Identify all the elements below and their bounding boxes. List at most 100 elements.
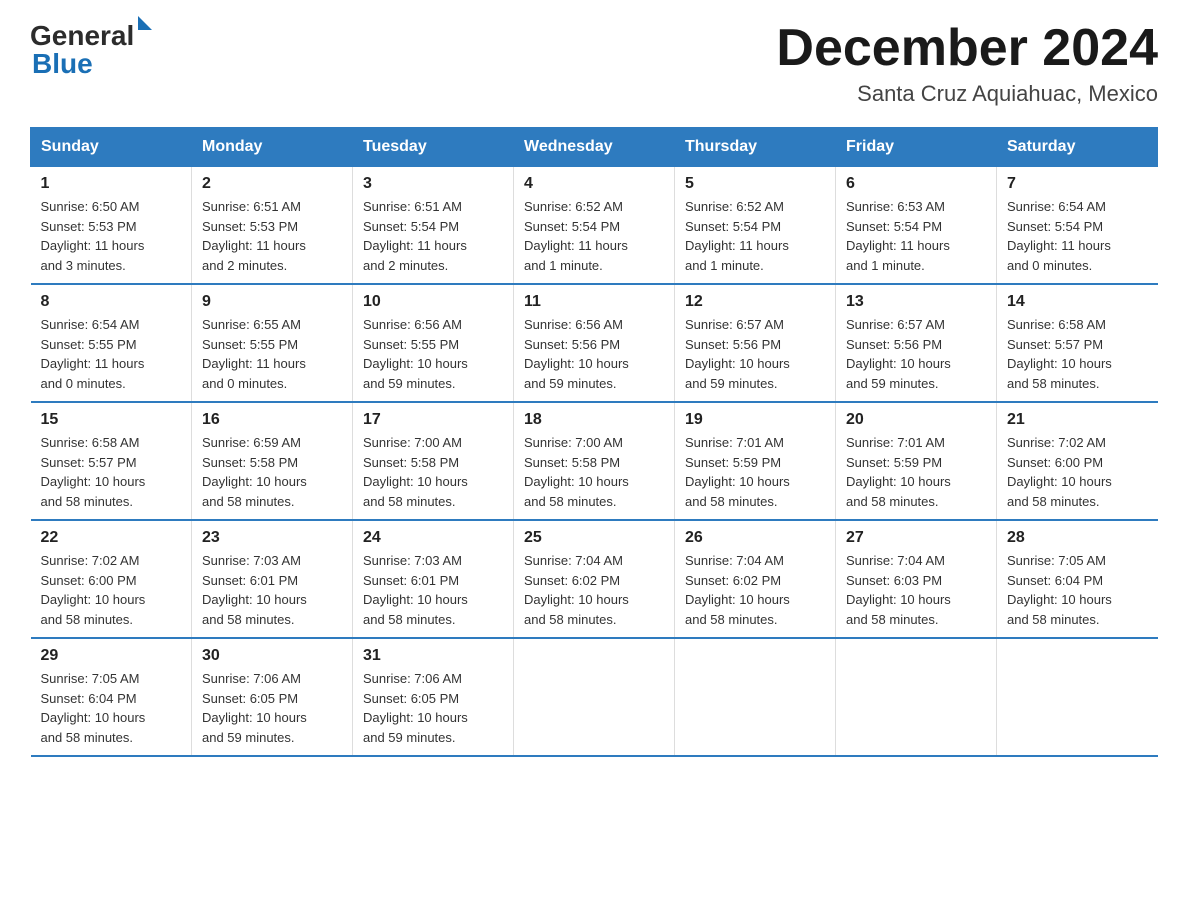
day-info: Sunrise: 6:59 AM Sunset: 5:58 PM Dayligh… <box>202 433 342 511</box>
day-info: Sunrise: 6:52 AM Sunset: 5:54 PM Dayligh… <box>524 197 664 275</box>
day-number: 28 <box>1007 529 1148 547</box>
page-header: General Blue December 2024 Santa Cruz Aq… <box>30 20 1158 107</box>
month-title: December 2024 <box>776 20 1158 77</box>
calendar-cell: 31 Sunrise: 7:06 AM Sunset: 6:05 PM Dayli… <box>353 638 514 756</box>
day-info: Sunrise: 7:01 AM Sunset: 5:59 PM Dayligh… <box>846 433 986 511</box>
day-info: Sunrise: 6:54 AM Sunset: 5:54 PM Dayligh… <box>1007 197 1148 275</box>
calendar-week-4: 22 Sunrise: 7:02 AM Sunset: 6:00 PM Dayli… <box>31 520 1158 638</box>
logo-arrow-icon <box>138 16 152 30</box>
calendar-week-3: 15 Sunrise: 6:58 AM Sunset: 5:57 PM Dayli… <box>31 402 1158 520</box>
day-info: Sunrise: 6:53 AM Sunset: 5:54 PM Dayligh… <box>846 197 986 275</box>
day-number: 19 <box>685 411 825 429</box>
day-info: Sunrise: 6:56 AM Sunset: 5:56 PM Dayligh… <box>524 315 664 393</box>
day-info: Sunrise: 6:54 AM Sunset: 5:55 PM Dayligh… <box>41 315 182 393</box>
day-number: 21 <box>1007 411 1148 429</box>
day-info: Sunrise: 7:04 AM Sunset: 6:02 PM Dayligh… <box>524 551 664 629</box>
day-number: 24 <box>363 529 503 547</box>
header-cell-tuesday: Tuesday <box>353 128 514 167</box>
day-info: Sunrise: 7:01 AM Sunset: 5:59 PM Dayligh… <box>685 433 825 511</box>
calendar-cell: 17 Sunrise: 7:00 AM Sunset: 5:58 PM Dayli… <box>353 402 514 520</box>
day-info: Sunrise: 6:57 AM Sunset: 5:56 PM Dayligh… <box>846 315 986 393</box>
day-number: 25 <box>524 529 664 547</box>
calendar-cell: 7 Sunrise: 6:54 AM Sunset: 5:54 PM Daylig… <box>997 167 1158 285</box>
day-number: 13 <box>846 293 986 311</box>
calendar-cell: 20 Sunrise: 7:01 AM Sunset: 5:59 PM Dayli… <box>836 402 997 520</box>
day-number: 1 <box>41 175 182 193</box>
day-number: 29 <box>41 647 182 665</box>
calendar-table: SundayMondayTuesdayWednesdayThursdayFrid… <box>30 127 1158 757</box>
calendar-cell: 15 Sunrise: 6:58 AM Sunset: 5:57 PM Dayli… <box>31 402 192 520</box>
day-info: Sunrise: 7:00 AM Sunset: 5:58 PM Dayligh… <box>363 433 503 511</box>
day-number: 2 <box>202 175 342 193</box>
day-info: Sunrise: 7:02 AM Sunset: 6:00 PM Dayligh… <box>41 551 182 629</box>
header-cell-thursday: Thursday <box>675 128 836 167</box>
calendar-cell: 14 Sunrise: 6:58 AM Sunset: 5:57 PM Dayli… <box>997 284 1158 402</box>
calendar-cell: 12Sunrise: 6:57 AM Sunset: 5:56 PM Dayli… <box>675 284 836 402</box>
calendar-cell: 26 Sunrise: 7:04 AM Sunset: 6:02 PM Dayli… <box>675 520 836 638</box>
calendar-week-1: 1 Sunrise: 6:50 AM Sunset: 5:53 PM Daylig… <box>31 167 1158 285</box>
day-info: Sunrise: 7:03 AM Sunset: 6:01 PM Dayligh… <box>363 551 503 629</box>
day-info: Sunrise: 6:58 AM Sunset: 5:57 PM Dayligh… <box>41 433 182 511</box>
day-number: 18 <box>524 411 664 429</box>
day-number: 9 <box>202 293 342 311</box>
day-info: Sunrise: 6:55 AM Sunset: 5:55 PM Dayligh… <box>202 315 342 393</box>
day-number: 17 <box>363 411 503 429</box>
header-cell-monday: Monday <box>192 128 353 167</box>
day-number: 16 <box>202 411 342 429</box>
day-info: Sunrise: 6:57 AM Sunset: 5:56 PM Dayligh… <box>685 315 825 393</box>
day-info: Sunrise: 7:02 AM Sunset: 6:00 PM Dayligh… <box>1007 433 1148 511</box>
location-subtitle: Santa Cruz Aquiahuac, Mexico <box>776 81 1158 107</box>
calendar-cell <box>514 638 675 756</box>
day-number: 7 <box>1007 175 1148 193</box>
day-number: 23 <box>202 529 342 547</box>
header-cell-wednesday: Wednesday <box>514 128 675 167</box>
calendar-cell: 29 Sunrise: 7:05 AM Sunset: 6:04 PM Dayli… <box>31 638 192 756</box>
day-info: Sunrise: 6:50 AM Sunset: 5:53 PM Dayligh… <box>41 197 182 275</box>
calendar-cell: 3Sunrise: 6:51 AM Sunset: 5:54 PM Daylig… <box>353 167 514 285</box>
calendar-cell: 4 Sunrise: 6:52 AM Sunset: 5:54 PM Daylig… <box>514 167 675 285</box>
calendar-cell: 5Sunrise: 6:52 AM Sunset: 5:54 PM Daylig… <box>675 167 836 285</box>
calendar-cell: 28 Sunrise: 7:05 AM Sunset: 6:04 PM Dayli… <box>997 520 1158 638</box>
title-section: December 2024 Santa Cruz Aquiahuac, Mexi… <box>776 20 1158 107</box>
day-number: 11 <box>524 293 664 311</box>
day-number: 15 <box>41 411 182 429</box>
day-info: Sunrise: 7:03 AM Sunset: 6:01 PM Dayligh… <box>202 551 342 629</box>
day-number: 8 <box>41 293 182 311</box>
day-number: 4 <box>524 175 664 193</box>
day-number: 3 <box>363 175 503 193</box>
header-cell-sunday: Sunday <box>31 128 192 167</box>
calendar-cell: 2 Sunrise: 6:51 AM Sunset: 5:53 PM Daylig… <box>192 167 353 285</box>
day-number: 22 <box>41 529 182 547</box>
calendar-cell: 16 Sunrise: 6:59 AM Sunset: 5:58 PM Dayli… <box>192 402 353 520</box>
day-info: Sunrise: 7:04 AM Sunset: 6:02 PM Dayligh… <box>685 551 825 629</box>
calendar-cell: 30 Sunrise: 7:06 AM Sunset: 6:05 PM Dayli… <box>192 638 353 756</box>
header-cell-saturday: Saturday <box>997 128 1158 167</box>
day-info: Sunrise: 6:51 AM Sunset: 5:53 PM Dayligh… <box>202 197 342 275</box>
calendar-cell <box>836 638 997 756</box>
calendar-cell: 27Sunrise: 7:04 AM Sunset: 6:03 PM Dayli… <box>836 520 997 638</box>
day-number: 26 <box>685 529 825 547</box>
day-number: 30 <box>202 647 342 665</box>
calendar-cell: 24 Sunrise: 7:03 AM Sunset: 6:01 PM Dayli… <box>353 520 514 638</box>
day-number: 20 <box>846 411 986 429</box>
day-number: 10 <box>363 293 503 311</box>
calendar-cell: 19 Sunrise: 7:01 AM Sunset: 5:59 PM Dayli… <box>675 402 836 520</box>
day-info: Sunrise: 7:06 AM Sunset: 6:05 PM Dayligh… <box>202 669 342 747</box>
calendar-cell: 13 Sunrise: 6:57 AM Sunset: 5:56 PM Dayli… <box>836 284 997 402</box>
calendar-cell: 21 Sunrise: 7:02 AM Sunset: 6:00 PM Dayli… <box>997 402 1158 520</box>
day-info: Sunrise: 7:05 AM Sunset: 6:04 PM Dayligh… <box>1007 551 1148 629</box>
day-info: Sunrise: 7:05 AM Sunset: 6:04 PM Dayligh… <box>41 669 182 747</box>
header-cell-friday: Friday <box>836 128 997 167</box>
calendar-cell: 8 Sunrise: 6:54 AM Sunset: 5:55 PM Daylig… <box>31 284 192 402</box>
day-info: Sunrise: 6:58 AM Sunset: 5:57 PM Dayligh… <box>1007 315 1148 393</box>
day-number: 6 <box>846 175 986 193</box>
day-number: 14 <box>1007 293 1148 311</box>
calendar-header-row: SundayMondayTuesdayWednesdayThursdayFrid… <box>31 128 1158 167</box>
day-number: 31 <box>363 647 503 665</box>
logo: General Blue <box>30 20 152 80</box>
calendar-cell: 9 Sunrise: 6:55 AM Sunset: 5:55 PM Daylig… <box>192 284 353 402</box>
calendar-cell: 10Sunrise: 6:56 AM Sunset: 5:55 PM Dayli… <box>353 284 514 402</box>
day-info: Sunrise: 7:06 AM Sunset: 6:05 PM Dayligh… <box>363 669 503 747</box>
day-number: 27 <box>846 529 986 547</box>
day-info: Sunrise: 6:52 AM Sunset: 5:54 PM Dayligh… <box>685 197 825 275</box>
